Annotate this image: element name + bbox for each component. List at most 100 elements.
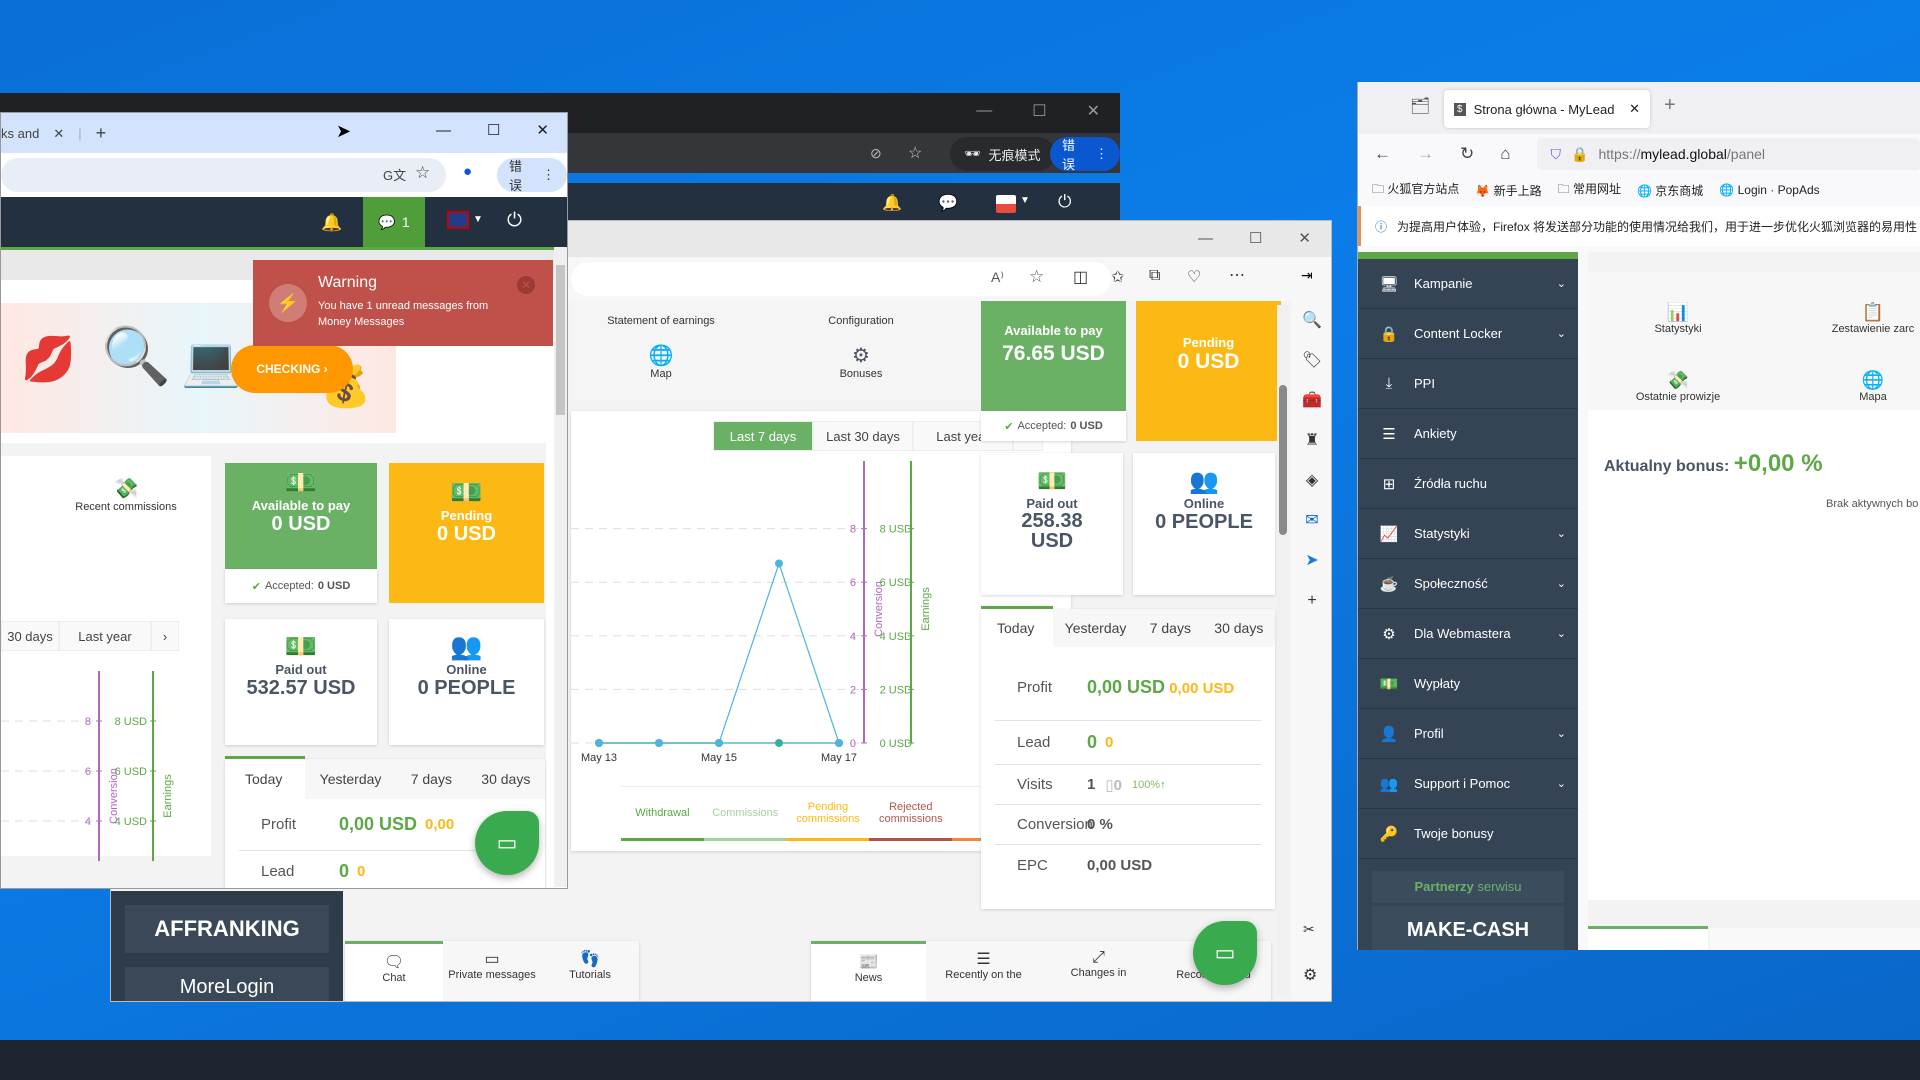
range-tab-last-30-days[interactable]: Last 30 days: [813, 421, 913, 451]
sidebar-toggle-icon[interactable]: ⇥: [1301, 267, 1313, 284]
profile-error-button[interactable]: 错误 ⋮: [497, 158, 567, 193]
sidebar-item-dla-webmastera[interactable]: ⚙ Dla Webmastera ⌄: [1358, 609, 1578, 659]
sidebar-item-spo-eczno-[interactable]: ☕ Społeczność ⌄: [1358, 559, 1578, 609]
chat-icon[interactable]: 💬: [938, 193, 958, 213]
home-icon[interactable]: ⌂: [1500, 144, 1510, 164]
maximize-icon[interactable]: ☐: [1032, 101, 1046, 121]
bookmark-item[interactable]: 🗀 常用网址: [1558, 180, 1621, 201]
power-icon[interactable]: ⏻: [507, 210, 522, 232]
quick-link-map[interactable]: 🌐 Map: [601, 343, 721, 380]
games-icon[interactable]: ♜: [1291, 421, 1331, 461]
maximize-icon[interactable]: ☐: [487, 121, 500, 139]
profile-error-button[interactable]: 错误 ⋮: [1050, 137, 1120, 172]
quick-link-statement[interactable]: Statement of earnings: [601, 315, 721, 327]
collections-icon[interactable]: ⧉: [1149, 267, 1160, 285]
period-tab-7-days[interactable]: 7 days: [1150, 620, 1191, 636]
telegram-icon[interactable]: ➤: [1291, 541, 1331, 581]
translate-icon[interactable]: G文: [383, 165, 406, 184]
period-tab-today[interactable]: Today: [225, 771, 305, 787]
tab-close-icon[interactable]: ✕: [53, 126, 64, 142]
quick-link-bonuses[interactable]: ⚙ Bonuses: [801, 343, 921, 380]
quick-link-mapa[interactable]: 🌐 Mapa: [1818, 370, 1920, 403]
bell-icon[interactable]: 🔔: [321, 213, 342, 233]
bookmark-item[interactable]: 🌐 Login · PopAds: [1719, 183, 1819, 197]
range-next-button[interactable]: ›: [151, 621, 179, 651]
sidebar-item-content-locker[interactable]: 🔒 Content Locker ⌄: [1358, 309, 1578, 359]
new-tab-icon[interactable]: +: [1664, 94, 1676, 117]
sidebar-item--r-d-a-ruchu[interactable]: ⊞ Źródła ruchu: [1358, 459, 1578, 509]
incognito-badge[interactable]: 🕶 无痕模式: [950, 137, 1055, 171]
new-tab-icon[interactable]: +: [96, 123, 107, 144]
bookmark-item[interactable]: 🦊 新手上路: [1475, 182, 1541, 199]
close-icon[interactable]: ✕: [1087, 101, 1100, 121]
page-scrollbar[interactable]: [1277, 305, 1289, 995]
star-icon[interactable]: ☆: [415, 163, 430, 183]
favorites-icon[interactable]: ✩: [1111, 267, 1124, 287]
minimize-icon[interactable]: —: [976, 102, 992, 120]
outlook-icon[interactable]: ✉: [1291, 501, 1331, 541]
chat-fab-button[interactable]: ▭: [475, 811, 539, 875]
profile-icon[interactable]: ●: [463, 163, 472, 180]
poland-flag-icon[interactable]: [996, 195, 1016, 213]
quick-link-ostatnie[interactable]: 💸 Ostatnie prowizje: [1628, 370, 1728, 403]
tab-news[interactable]: 📰 News: [811, 941, 926, 1001]
tab-overview-icon[interactable]: 🗂: [1410, 96, 1430, 116]
uk-flag-icon[interactable]: [447, 211, 469, 229]
make-cash-logo[interactable]: MAKE-CASH: [1372, 906, 1564, 950]
bookmark-item[interactable]: 🗀 火狐官方站点: [1372, 180, 1459, 201]
period-tab-yesterday[interactable]: Yesterday: [320, 771, 382, 787]
minimize-icon[interactable]: —: [1198, 230, 1213, 247]
close-icon[interactable]: ✕: [536, 121, 549, 139]
period-tab-30-days[interactable]: 30 days: [481, 771, 530, 787]
affranking-ad[interactable]: AFFRANKING: [125, 905, 329, 953]
add-icon[interactable]: +: [1291, 581, 1331, 621]
close-icon[interactable]: ✕: [1298, 229, 1311, 247]
more-icon[interactable]: ⋯: [1229, 265, 1245, 285]
sidebar-item-kampanie[interactable]: 🖥 Kampanie ⌄: [1358, 259, 1578, 309]
legend-tab-withdrawal[interactable]: Withdrawal: [621, 787, 704, 841]
period-tab-7-days[interactable]: 7 days: [411, 771, 452, 787]
maximize-icon[interactable]: ☐: [1249, 229, 1262, 247]
read-aloud-icon[interactable]: A⁾: [991, 269, 1004, 286]
sidebar-item-ppi[interactable]: ⤓ PPI: [1358, 359, 1578, 409]
sidebar-item-support-i-pomoc[interactable]: 👥 Support i Pomoc ⌄: [1358, 759, 1578, 809]
back-icon[interactable]: ←: [1374, 144, 1391, 164]
url-bar[interactable]: ⛉ 🔒 https://mylead.global/panel: [1536, 138, 1920, 170]
shopping-tag-icon[interactable]: 🏷: [1291, 341, 1331, 381]
tab-tutorials[interactable]: 👣 Tutorials: [541, 941, 639, 1001]
active-tab[interactable]: $ Strona główna - MyLead ✕: [1444, 90, 1650, 128]
health-icon[interactable]: ♡: [1187, 267, 1201, 287]
page-scrollbar[interactable]: [554, 247, 567, 887]
split-screen-icon[interactable]: ◫: [1073, 267, 1088, 287]
minimize-icon[interactable]: —: [436, 122, 451, 139]
close-toast-icon[interactable]: ✕: [517, 276, 535, 294]
sidebar-item-profil[interactable]: 👤 Profil ⌄: [1358, 709, 1578, 759]
address-bar[interactable]: [1, 158, 446, 192]
reload-icon[interactable]: ↻: [1460, 144, 1474, 164]
sidebar-item-wyp-aty[interactable]: 💵 Wypłaty: [1358, 659, 1578, 709]
forward-icon[interactable]: →: [1417, 144, 1434, 164]
power-icon[interactable]: ⏻: [1058, 192, 1071, 212]
tab-close-icon[interactable]: ✕: [1629, 101, 1640, 117]
tools-icon[interactable]: 🧰: [1291, 381, 1331, 421]
sidebar-item-twoje-bonusy[interactable]: 🔑 Twoje bonusy: [1358, 809, 1578, 859]
recent-commissions-link[interactable]: 💸 Recent commissions: [71, 476, 181, 513]
checking-button[interactable]: CHECKING ›: [231, 345, 353, 393]
bookmark-item[interactable]: 🌐 京东商城: [1637, 182, 1703, 199]
morelogin-ad[interactable]: MoreLogin: [125, 967, 329, 1001]
tab-recently[interactable]: ☰ Recently on the: [926, 941, 1041, 1001]
quick-link-statystyki[interactable]: 📊 Statystyki: [1628, 302, 1728, 335]
copilot-icon[interactable]: ◈: [1291, 461, 1331, 501]
chat-fab-button[interactable]: ▭: [1193, 921, 1257, 985]
tab-private-messages[interactable]: ▭ Private messages: [443, 941, 541, 1001]
tab-chat[interactable]: 🗨 Chat: [345, 941, 443, 1001]
sidebar-item-statystyki[interactable]: 📈 Statystyki ⌄: [1358, 509, 1578, 559]
tab-changes[interactable]: ⤢ Changes in: [1041, 941, 1156, 1001]
legend-tab-rejected-commissions[interactable]: Rejected commissions: [869, 787, 953, 841]
range-tab-30-days[interactable]: 30 days: [1, 621, 59, 651]
tab-title[interactable]: ks and: [1, 126, 39, 141]
screenshot-icon[interactable]: ✂: [1303, 921, 1315, 938]
star-icon[interactable]: ☆: [908, 143, 922, 163]
quick-link-zestawienie[interactable]: 📋 Zestawienie zarc: [1818, 302, 1920, 335]
sidebar-item-ankiety[interactable]: ☰ Ankiety: [1358, 409, 1578, 459]
